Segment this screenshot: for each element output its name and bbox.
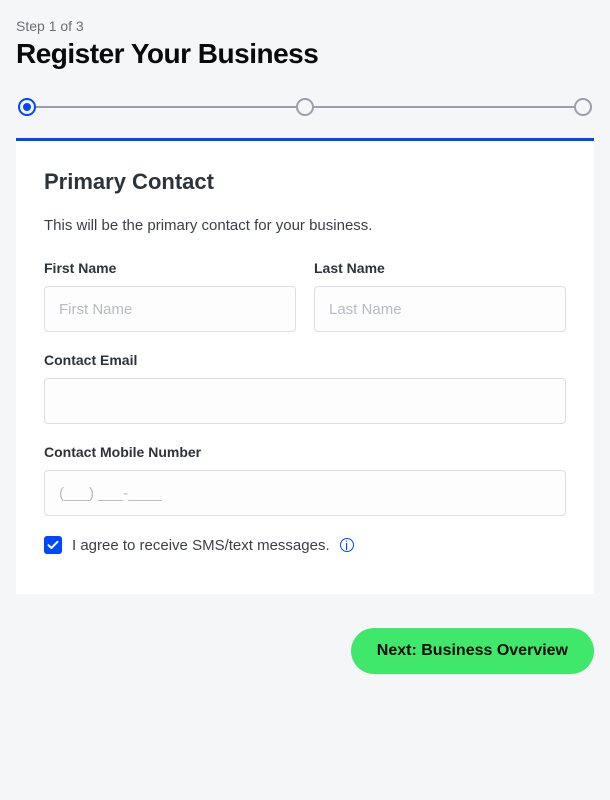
progress-line [36, 106, 296, 108]
progress-step-2 [296, 98, 314, 116]
card-description: This will be the primary contact for you… [44, 217, 566, 234]
first-name-input[interactable] [44, 286, 296, 332]
next-button[interactable]: Next: Business Overview [351, 628, 594, 674]
email-label: Contact Email [44, 352, 566, 368]
page-title: Register Your Business [16, 38, 594, 70]
info-icon[interactable]: i [340, 538, 354, 552]
check-icon [47, 539, 59, 551]
sms-consent-label: I agree to receive SMS/text messages. [72, 537, 330, 554]
first-name-label: First Name [44, 260, 296, 276]
mobile-label: Contact Mobile Number [44, 444, 566, 460]
email-input[interactable] [44, 378, 566, 424]
primary-contact-card: Primary Contact This will be the primary… [16, 138, 594, 594]
last-name-input[interactable] [314, 286, 566, 332]
mobile-input[interactable] [44, 470, 566, 516]
card-title: Primary Contact [44, 169, 566, 195]
progress-step-1 [18, 98, 36, 116]
progress-indicator [16, 98, 594, 116]
progress-line [314, 106, 574, 108]
last-name-label: Last Name [314, 260, 566, 276]
progress-step-3 [574, 98, 592, 116]
step-label: Step 1 of 3 [16, 18, 594, 34]
sms-consent-checkbox[interactable] [44, 536, 62, 554]
